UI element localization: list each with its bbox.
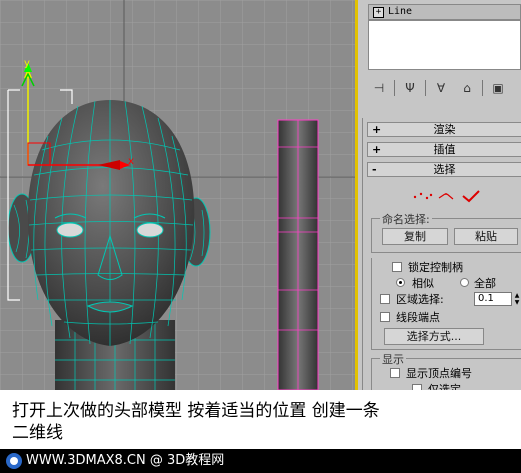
caption-line-1: 打开上次做的头部模型 按着适当的位置 创建一条 bbox=[12, 401, 380, 421]
trash-icon[interactable]: ⌂ bbox=[456, 78, 478, 98]
footer-text[interactable]: WWW.3DMAX8.CN @ 3D教程网 bbox=[26, 449, 224, 473]
site-logo-icon bbox=[6, 453, 22, 469]
handles-group: 锁定控制柄 相似 全部 区域选择: 0.1 ▲ ▼ 线段端点 选择方式... bbox=[371, 258, 521, 350]
right-eye bbox=[136, 222, 164, 238]
object-name-field[interactable]: + Line bbox=[368, 4, 521, 20]
similar-radio[interactable] bbox=[396, 278, 405, 287]
rollout-selection[interactable]: - 选择 bbox=[367, 162, 521, 177]
show-vertex-numbers-label: 显示顶点编号 bbox=[406, 367, 472, 380]
area-select-checkbox[interactable] bbox=[380, 294, 390, 304]
named-selection-title: 命名选择: bbox=[380, 211, 432, 227]
tutorial-caption: 打开上次做的头部模型 按着适当的位置 创建一条 二维线 bbox=[0, 390, 521, 449]
rollout-interpolation[interactable]: + 插值 bbox=[367, 142, 521, 157]
rollout-rendering[interactable]: + 渲染 bbox=[367, 122, 521, 137]
copy-button[interactable]: 复制 bbox=[382, 228, 448, 245]
fork-icon[interactable]: Ψ bbox=[399, 78, 421, 98]
lock-handles-checkbox[interactable] bbox=[392, 262, 402, 272]
select-by-button[interactable]: 选择方式... bbox=[384, 328, 484, 345]
pin-icon[interactable]: ⊣ bbox=[368, 78, 390, 98]
spline-icon[interactable] bbox=[462, 190, 480, 203]
display-title: 显示 bbox=[380, 351, 406, 367]
toolbar-separator bbox=[425, 80, 426, 96]
vertex-icon[interactable] bbox=[413, 192, 433, 200]
similar-label: 相似 bbox=[412, 277, 434, 290]
gizmo-x-label: x bbox=[128, 156, 134, 167]
segment-end-checkbox[interactable] bbox=[380, 312, 390, 322]
lock-handles-label: 锁定控制柄 bbox=[408, 261, 463, 274]
object-list-area[interactable] bbox=[368, 20, 521, 70]
site-footer: WWW.3DMAX8.CN @ 3D教程网 bbox=[0, 449, 521, 473]
modifier-icon[interactable]: ▣ bbox=[487, 78, 509, 98]
toolbar-separator bbox=[394, 80, 395, 96]
all-radio[interactable] bbox=[460, 278, 469, 287]
rollout-label: 渲染 bbox=[433, 123, 456, 136]
left-eye bbox=[56, 222, 84, 238]
named-selection-group: 命名选择: 复制 粘贴 bbox=[371, 211, 521, 253]
caption-line-2: 二维线 bbox=[12, 423, 63, 443]
toolbar-separator bbox=[482, 80, 483, 96]
spinner-arrows-icon[interactable]: ▲ ▼ bbox=[513, 292, 521, 306]
plus-box-icon[interactable]: + bbox=[373, 7, 384, 18]
modifier-stack-toolbar: ⊣ Ψ ∀ ⌂ ▣ bbox=[368, 76, 521, 100]
area-select-spinner[interactable]: 0.1 bbox=[474, 292, 512, 306]
object-name-label: Line bbox=[388, 6, 413, 17]
perspective-viewport[interactable]: y x bbox=[0, 0, 355, 390]
area-select-label: 区域选择: bbox=[396, 293, 444, 306]
selection-level-icons bbox=[413, 190, 480, 203]
plane-mesh[interactable] bbox=[277, 119, 319, 390]
viewport-scene: y x bbox=[0, 0, 355, 390]
segment-icon[interactable] bbox=[438, 193, 454, 200]
gizmo-y-label: y bbox=[24, 58, 30, 69]
show-vertex-numbers-checkbox[interactable] bbox=[390, 368, 400, 378]
all-label: 全部 bbox=[474, 277, 496, 290]
rollout-container: + 渲染 + 插值 - 选择 命名选择: 复制 粘贴 锁定控制柄 相似 全部 区… bbox=[362, 118, 521, 398]
segment-end-label: 线段端点 bbox=[396, 311, 440, 324]
paste-button[interactable]: 粘贴 bbox=[454, 228, 518, 245]
rollout-label: 插值 bbox=[433, 143, 456, 156]
funnel-icon[interactable]: ∀ bbox=[430, 78, 452, 98]
rollout-label: 选择 bbox=[433, 163, 456, 176]
